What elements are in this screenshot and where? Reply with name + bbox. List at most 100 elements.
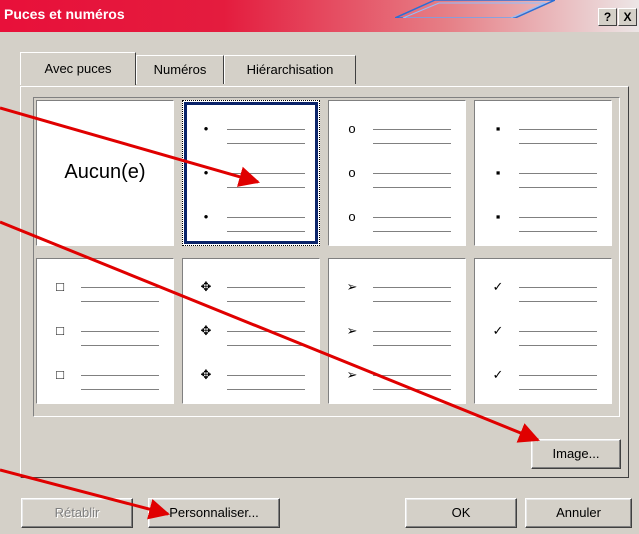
bullet-style-option[interactable]: o o o: [328, 100, 466, 246]
close-button[interactable]: X: [618, 8, 637, 26]
tab-panel: Aucun(e) • • • o o o ▪ ▪ ▪ □ □ □ ✥ ✥ ✥ ➢ ➢ ➢ ✓ ✓ ✓ Image...: [20, 86, 629, 478]
four-diamond-bullet-icon: ✥: [200, 279, 212, 294]
bullets-numbering-dialog: Puces et numéros ? X Avec puces Numéros …: [0, 0, 639, 534]
bullet-sample-row: ✥: [197, 279, 307, 302]
sample-text-line: [227, 389, 305, 390]
hollow-square-bullet-icon: □: [56, 323, 64, 338]
bullet-sample-row: ➢: [343, 279, 453, 302]
bullet-sample-row: ▪: [489, 209, 599, 232]
bullet-sample-row: ✓: [489, 279, 599, 302]
sample-text-line: [373, 375, 451, 376]
sample-text-line: [373, 187, 451, 188]
bullet-sample-row: □: [51, 323, 161, 346]
tab-numeros[interactable]: Numéros: [136, 55, 224, 84]
bullet-style-option[interactable]: ✥ ✥ ✥: [182, 258, 320, 404]
four-diamond-bullet-icon: ✥: [200, 367, 212, 382]
sample-text-line: [519, 389, 597, 390]
arrowhead-bullet-icon: ➢: [346, 367, 358, 382]
cancel-button[interactable]: Annuler: [525, 498, 632, 528]
image-button[interactable]: Image...: [531, 439, 621, 469]
sample-text-line: [227, 287, 305, 288]
sample-text-line: [227, 375, 305, 376]
sample-text-line: [373, 217, 451, 218]
sample-text-line: [373, 389, 451, 390]
tab-avec-puces[interactable]: Avec puces: [20, 52, 136, 85]
sample-text-line: [373, 287, 451, 288]
sample-text-line: [373, 231, 451, 232]
bullet-sample-row: □: [51, 279, 161, 302]
sample-text-line: [519, 217, 597, 218]
filled-circle-bullet-icon: •: [203, 165, 209, 180]
hollow-circle-bullet-icon: o: [348, 209, 356, 224]
sample-text-line: [81, 301, 159, 302]
tab-hierarchisation[interactable]: Hiérarchisation: [224, 55, 356, 84]
square-bullet-icon: ▪: [495, 165, 501, 180]
bullet-style-option[interactable]: ▪ ▪ ▪: [474, 100, 612, 246]
filled-circle-bullet-icon: •: [203, 121, 209, 136]
checkmark-bullet-icon: ✓: [492, 367, 504, 382]
bullet-sample-row: o: [343, 209, 453, 232]
bullet-style-gallery: Aucun(e) • • • o o o ▪ ▪ ▪ □ □ □ ✥ ✥ ✥ ➢ ➢ ➢ ✓ ✓ ✓: [33, 97, 620, 417]
bullet-sample-row: •: [197, 165, 307, 188]
bullet-sample-row: •: [197, 209, 307, 232]
sample-text-line: [227, 231, 305, 232]
bullet-sample-row: ▪: [489, 121, 599, 144]
bullet-sample-row: ✓: [489, 323, 599, 346]
sample-text-line: [81, 331, 159, 332]
bullet-style-option[interactable]: ➢ ➢ ➢: [328, 258, 466, 404]
help-button[interactable]: ?: [598, 8, 617, 26]
sample-text-line: [373, 345, 451, 346]
four-diamond-bullet-icon: ✥: [200, 323, 212, 338]
sample-text-line: [227, 129, 305, 130]
title-bar[interactable]: Puces et numéros ? X: [0, 0, 639, 32]
bullet-sample-row: ➢: [343, 323, 453, 346]
bullet-sample-row: ✓: [489, 367, 599, 390]
hollow-circle-bullet-icon: o: [348, 165, 356, 180]
sample-text-line: [81, 375, 159, 376]
bullet-sample-row: ▪: [489, 165, 599, 188]
checkmark-bullet-icon: ✓: [492, 323, 504, 338]
sample-text-line: [227, 217, 305, 218]
bullet-style-option[interactable]: • • •: [182, 100, 320, 246]
bullet-sample-row: ✥: [197, 367, 307, 390]
sample-text-line: [81, 345, 159, 346]
sample-text-line: [373, 143, 451, 144]
bullet-style-option[interactable]: Aucun(e): [36, 100, 174, 246]
sample-text-line: [373, 129, 451, 130]
bullet-sample-row: o: [343, 165, 453, 188]
sample-text-line: [227, 301, 305, 302]
sample-text-line: [81, 389, 159, 390]
arrowhead-bullet-icon: ➢: [346, 279, 358, 294]
square-bullet-icon: ▪: [495, 209, 501, 224]
sample-text-line: [519, 287, 597, 288]
hollow-square-bullet-icon: □: [56, 367, 64, 382]
sample-text-line: [227, 331, 305, 332]
sample-text-line: [373, 301, 451, 302]
sample-text-line: [519, 187, 597, 188]
reset-button[interactable]: Rétablir: [21, 498, 133, 528]
sample-text-line: [519, 301, 597, 302]
decorative-shape: [395, 0, 555, 18]
sample-text-line: [519, 173, 597, 174]
sample-text-line: [81, 287, 159, 288]
window-title: Puces et numéros: [4, 6, 125, 22]
bullet-sample-row: ✥: [197, 323, 307, 346]
sample-text-line: [227, 187, 305, 188]
bullet-style-option[interactable]: □ □ □: [36, 258, 174, 404]
sample-text-line: [519, 345, 597, 346]
hollow-square-bullet-icon: □: [56, 279, 64, 294]
sample-text-line: [519, 331, 597, 332]
ok-button[interactable]: OK: [405, 498, 517, 528]
arrowhead-bullet-icon: ➢: [346, 323, 358, 338]
bullet-sample-row: □: [51, 367, 161, 390]
sample-text-line: [227, 345, 305, 346]
customize-button[interactable]: Personnaliser...: [148, 498, 280, 528]
bullet-style-option[interactable]: ✓ ✓ ✓: [474, 258, 612, 404]
sample-text-line: [519, 231, 597, 232]
sample-text-line: [519, 129, 597, 130]
sample-text-line: [227, 143, 305, 144]
hollow-circle-bullet-icon: o: [348, 121, 356, 136]
bullet-sample-row: •: [197, 121, 307, 144]
sample-text-line: [373, 173, 451, 174]
sample-text-line: [373, 331, 451, 332]
